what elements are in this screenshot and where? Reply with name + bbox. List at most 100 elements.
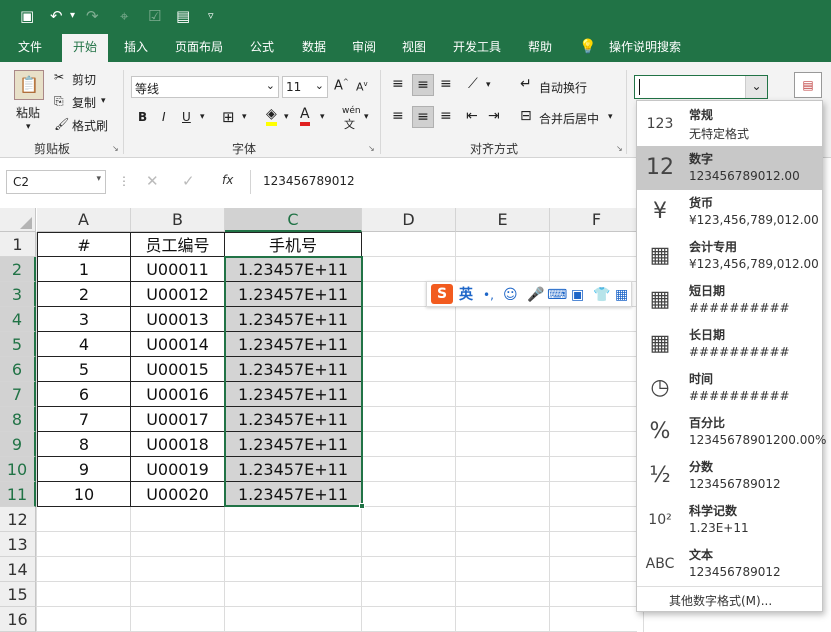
column-header[interactable]: A [37,208,131,232]
enter-icon[interactable]: ✓ [182,172,195,190]
tab-review[interactable]: 审阅 [342,34,386,62]
table-header-cell[interactable]: # [37,232,131,257]
cancel-icon[interactable]: ✕ [146,172,159,190]
align-center-icon[interactable]: ≡ [412,106,434,128]
table-cell[interactable]: U00019 [131,457,225,482]
phonetic-guide-button[interactable]: wén [342,106,361,116]
font-launcher-icon[interactable]: ↘ [368,144,375,153]
tab-data[interactable]: 数据 [292,34,336,62]
align-right-icon[interactable]: ≡ [440,108,452,124]
table-cell[interactable]: U00016 [131,382,225,407]
chevron-down-icon[interactable]: ▿ [208,6,214,26]
column-header[interactable]: E [456,208,550,232]
decrease-font-icon[interactable]: Av [356,80,368,94]
pin-icon[interactable]: ⌖ [120,6,128,26]
table-cell[interactable]: 2 [37,282,131,307]
conditional-format-icon[interactable]: ▤ [794,72,822,98]
underline-dropdown-icon[interactable]: ▾ [200,112,205,122]
tab-page-layout[interactable]: 页面布局 [168,34,230,62]
format-option[interactable]: ▦ 长日期 ########## [637,322,822,366]
paste-icon[interactable]: 📋 [14,70,44,100]
row-header[interactable]: 7 [0,382,36,407]
underline-button[interactable]: U [182,110,191,124]
increase-font-icon[interactable]: A^ [334,78,349,93]
table-cell[interactable]: U00011 [131,257,225,282]
sogou-logo-icon[interactable]: S [431,284,453,304]
tab-developer[interactable]: 开发工具 [446,34,508,62]
cut-button[interactable]: 剪切 [72,71,96,88]
column-header[interactable]: D [362,208,456,232]
table-cell[interactable]: U00013 [131,307,225,332]
microphone-icon[interactable]: 🎤 [527,285,544,305]
more-number-formats[interactable]: 其他数字格式(M)... [669,592,772,609]
tab-file[interactable]: 文件 [8,34,52,62]
table-cell[interactable]: 5 [37,357,131,382]
table-cell[interactable]: U00017 [131,407,225,432]
table-cell[interactable]: 10 [37,482,131,507]
copy-button[interactable]: 复制 [72,94,96,111]
table-cell[interactable]: U00014 [131,332,225,357]
row-header[interactable]: 9 [0,432,36,457]
format-option[interactable]: 12 数字 123456789012.00 [637,146,822,190]
orientation-icon[interactable]: ⟋ [468,76,478,92]
font-color-dropdown-icon[interactable]: ▾ [320,112,325,122]
bold-button[interactable]: B [138,110,147,124]
undo-icon[interactable]: ↶ [50,6,63,26]
font-color-icon[interactable]: A [300,106,310,126]
row-header[interactable]: 10 [0,457,36,482]
font-name-select[interactable]: 等线 ⌄ [131,76,279,98]
row-header[interactable]: 1 [0,232,36,257]
merge-center-button[interactable]: 合并后居中 [539,110,599,127]
checkbox-icon[interactable]: ☑ [148,6,161,26]
row-header[interactable]: 8 [0,407,36,432]
fill-color-icon[interactable]: ◈ [266,106,277,126]
row-header[interactable]: 13 [0,532,36,557]
clipboard-launcher-icon[interactable]: ↘ [112,144,119,153]
paste-dropdown-icon[interactable]: ▾ [26,122,31,132]
skin-icon[interactable]: 👕 [593,285,610,305]
fill-handle[interactable] [359,503,365,509]
table-cell[interactable]: 3 [37,307,131,332]
tab-formulas[interactable]: 公式 [240,34,284,62]
form-icon[interactable]: ▤ [176,6,190,26]
wrap-text-button[interactable]: 自动换行 [539,79,587,96]
row-header[interactable]: 15 [0,582,36,607]
font-size-select[interactable]: 11 ⌄ [282,76,328,98]
paste-button[interactable]: 粘贴 [16,104,40,121]
format-option[interactable]: % 百分比 12345678901200.00% [637,410,827,454]
tab-home[interactable]: 开始 [62,34,108,62]
border-icon[interactable]: ⊞ [222,108,235,126]
format-option[interactable]: 123 常规 无特定格式 [637,102,822,146]
border-dropdown-icon[interactable]: ▾ [242,112,247,122]
menu-grid-icon[interactable]: ▦ [615,285,628,305]
format-painter-button[interactable]: 格式刷 [72,117,108,134]
row-header[interactable]: 11 [0,482,36,507]
row-header[interactable]: 5 [0,332,36,357]
merge-dropdown-icon[interactable]: ▾ [608,112,613,122]
align-left-icon[interactable]: ≡ [392,108,404,124]
table-cell[interactable]: U00012 [131,282,225,307]
format-option[interactable]: ABC 文本 123456789012 [637,542,822,586]
table-cell[interactable]: U00020 [131,482,225,507]
fill-dropdown-icon[interactable]: ▾ [284,112,289,122]
table-cell[interactable]: 8 [37,432,131,457]
tab-insert[interactable]: 插入 [114,34,158,62]
align-middle-icon[interactable]: ≡ [412,74,434,96]
table-header-cell[interactable]: 手机号 [225,232,362,257]
format-option[interactable]: ▦ 会计专用 ¥123,456,789,012.00 [637,234,822,278]
format-option[interactable]: ½ 分数 123456789012 [637,454,822,498]
tell-me-search[interactable]: 操作说明搜索 [604,34,686,62]
table-cell[interactable]: 1 [37,257,131,282]
align-bottom-icon[interactable]: ≡ [440,76,452,92]
format-option[interactable]: 10² 科学记数 1.23E+11 [637,498,822,542]
number-format-select[interactable]: ⌄ [634,75,768,99]
row-header[interactable]: 4 [0,307,36,332]
tab-view[interactable]: 视图 [392,34,436,62]
insert-function-icon[interactable]: fx [222,173,233,187]
table-cell[interactable]: 4 [37,332,131,357]
select-all-button[interactable] [0,208,36,232]
table-cell[interactable]: 9 [37,457,131,482]
orientation-dropdown-icon[interactable]: ▾ [486,80,491,90]
alignment-launcher-icon[interactable]: ↘ [616,144,623,153]
italic-button[interactable]: I [162,110,166,124]
